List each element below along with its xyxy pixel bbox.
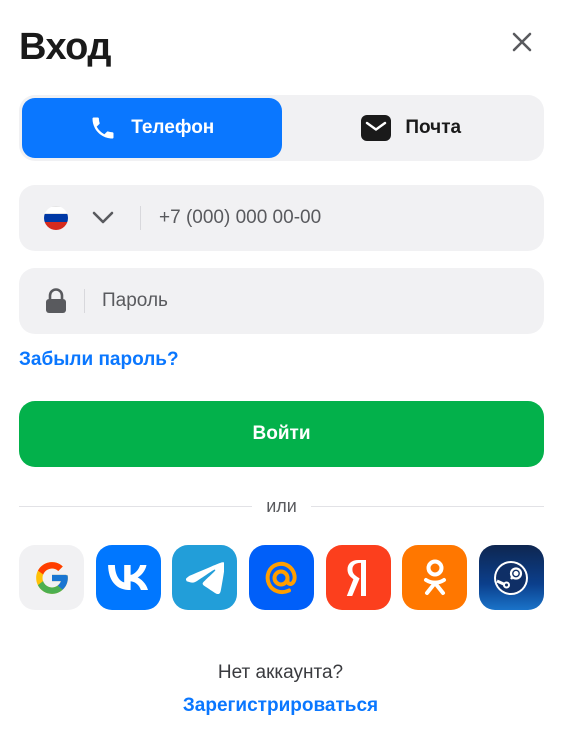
tab-email[interactable]: Почта bbox=[282, 98, 542, 158]
register-link[interactable]: Зарегистрироваться bbox=[0, 695, 561, 717]
field-divider bbox=[140, 206, 141, 230]
close-button[interactable] bbox=[508, 28, 536, 56]
phone-icon bbox=[92, 117, 114, 139]
vk-login-button[interactable] bbox=[95, 545, 161, 610]
social-login-row bbox=[19, 545, 544, 610]
close-icon[interactable] bbox=[512, 32, 532, 52]
chevron-down-icon[interactable] bbox=[92, 207, 114, 229]
phone-input[interactable] bbox=[159, 207, 489, 229]
tab-phone-label: Телефон bbox=[131, 117, 215, 138]
mail-ru-login-button[interactable] bbox=[248, 545, 314, 610]
steam-login-button[interactable] bbox=[478, 545, 544, 610]
page-title: Вход bbox=[19, 26, 111, 68]
separator-text: или bbox=[266, 495, 297, 516]
odnoklassniki-login-button[interactable] bbox=[402, 545, 468, 610]
or-separator: или bbox=[19, 494, 544, 518]
google-login-button[interactable] bbox=[19, 545, 84, 610]
russia-flag-icon[interactable] bbox=[44, 206, 68, 230]
separator-line bbox=[19, 505, 253, 507]
vk-icon bbox=[108, 564, 149, 590]
forgot-password-link[interactable]: Забыли пароль? bbox=[19, 349, 179, 371]
password-field bbox=[19, 268, 544, 334]
telegram-login-button[interactable] bbox=[172, 545, 238, 610]
field-divider bbox=[84, 289, 85, 313]
telegram-icon bbox=[185, 561, 224, 594]
mail-ru-icon bbox=[266, 561, 298, 594]
envelope-icon bbox=[361, 115, 392, 141]
lock-icon bbox=[44, 288, 68, 314]
phone-field bbox=[19, 185, 544, 251]
tab-email-label: Почта bbox=[405, 117, 462, 138]
login-button[interactable]: Войти bbox=[19, 401, 544, 467]
login-header: Вход bbox=[19, 22, 542, 72]
yandex-login-button[interactable] bbox=[325, 545, 391, 610]
separator-line bbox=[310, 505, 544, 507]
steam-icon bbox=[494, 560, 529, 595]
tab-phone[interactable]: Телефон bbox=[22, 98, 282, 158]
login-method-tabs: Телефон Почта bbox=[19, 95, 544, 161]
password-input[interactable] bbox=[102, 290, 502, 312]
odnoklassniki-icon bbox=[423, 559, 446, 595]
no-account-text: Нет аккаунта? bbox=[217, 662, 344, 683]
yandex-icon bbox=[346, 559, 367, 596]
google-icon bbox=[35, 561, 68, 594]
